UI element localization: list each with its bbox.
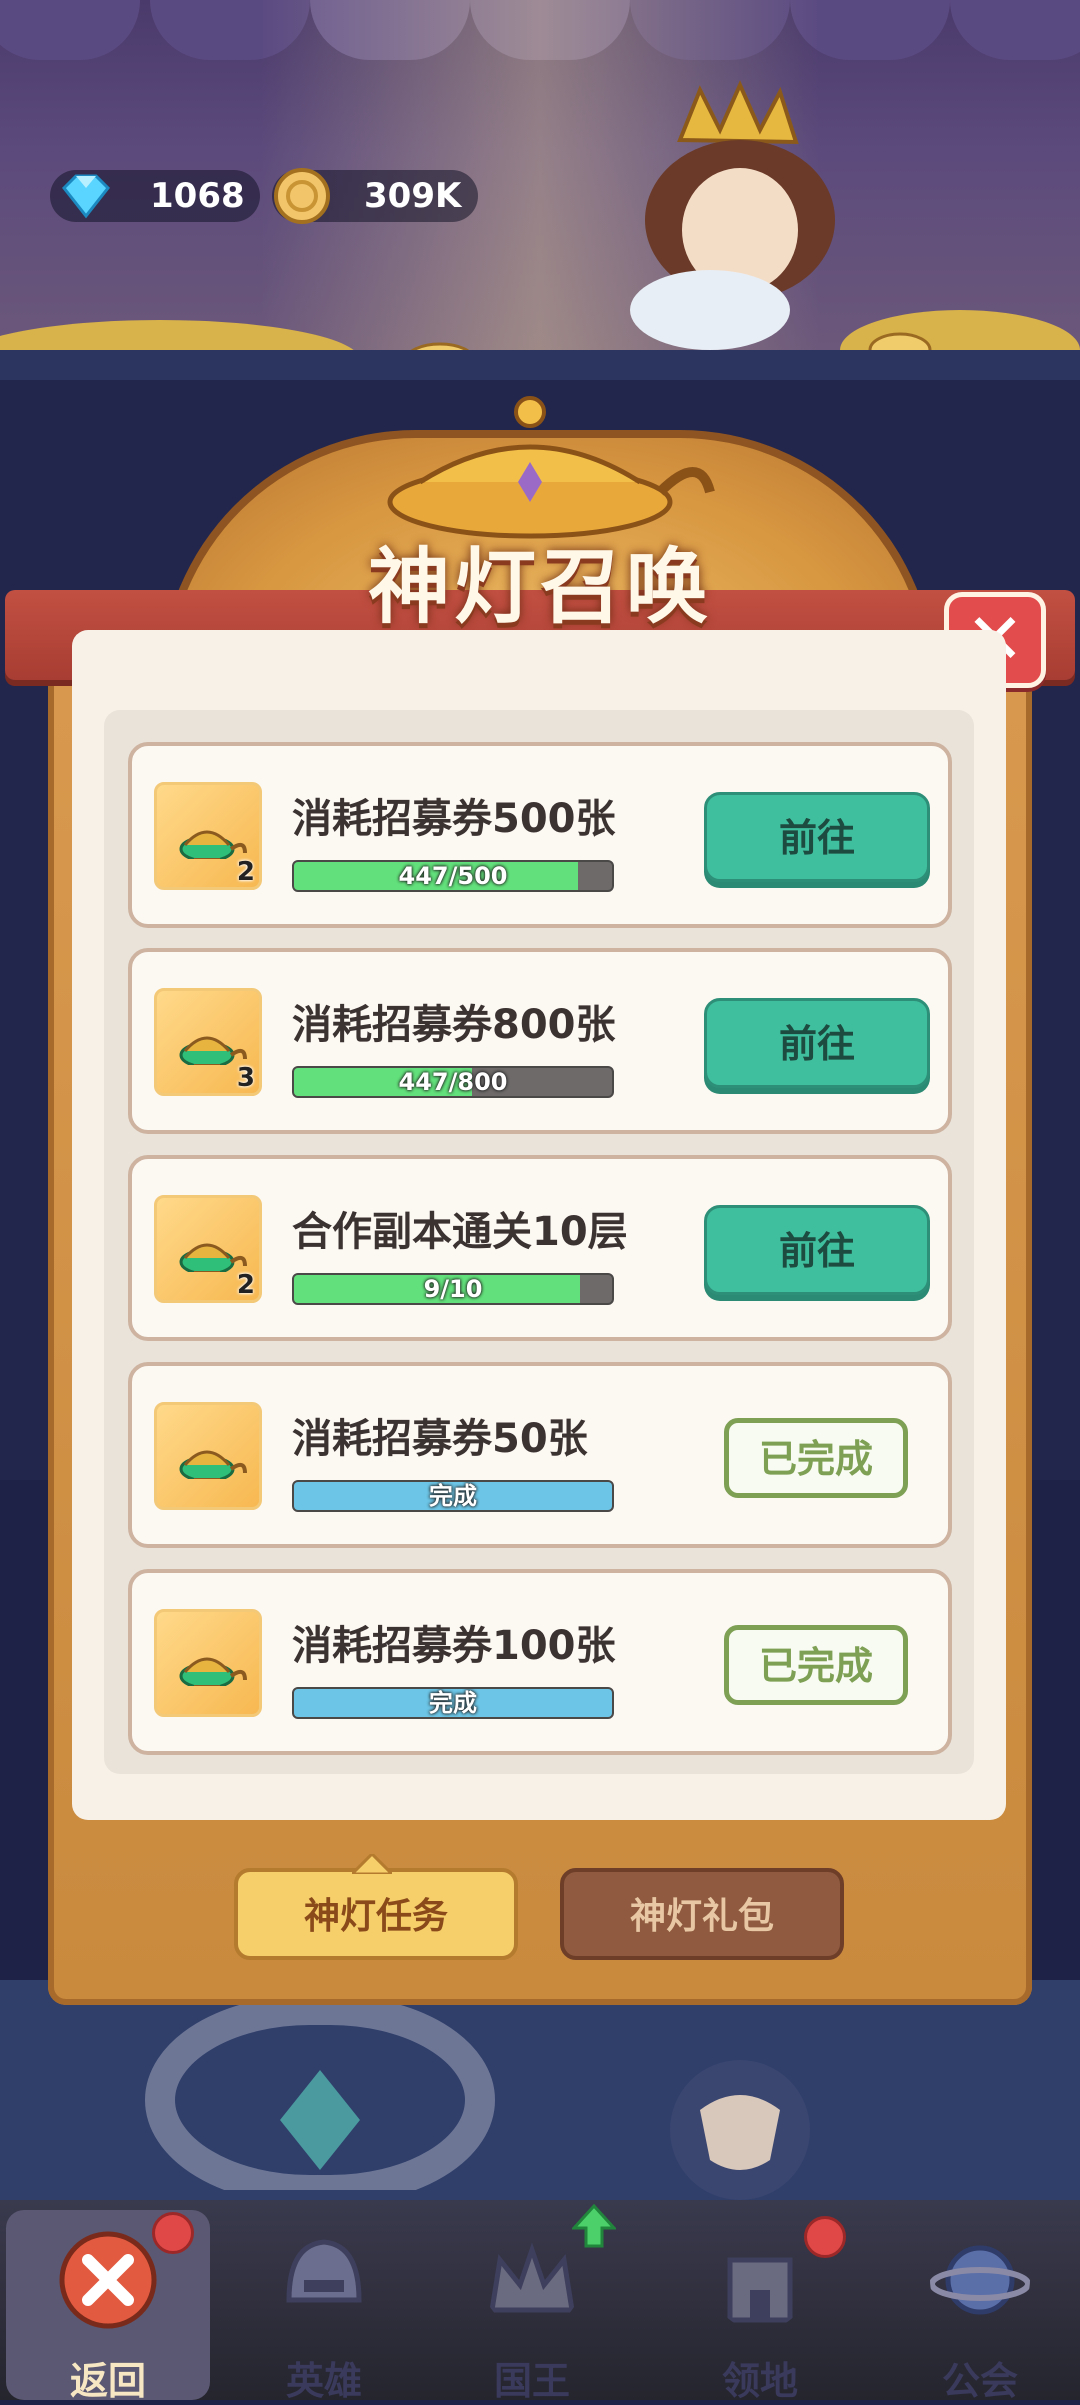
reward-count: 2 xyxy=(236,1270,255,1300)
planet-icon xyxy=(930,2245,1030,2315)
task-name: 消耗招募券800张 xyxy=(292,1002,616,1048)
completed-badge: 已完成 xyxy=(724,1625,908,1705)
close-icon xyxy=(59,2231,157,2329)
reward-count: 2 xyxy=(236,857,255,887)
go-button[interactable]: 前往 xyxy=(704,998,930,1088)
task-row: 消耗招募券50张完成 已完成 xyxy=(128,1362,952,1548)
crown-icon xyxy=(489,2242,575,2313)
bull-skull-icon xyxy=(670,2060,810,2200)
task-progress-bar: 447/500 xyxy=(292,860,614,892)
progress-text: 完成 xyxy=(429,1689,477,1717)
progress-text: 447/500 xyxy=(398,862,508,890)
upgrade-arrow-icon xyxy=(572,2204,616,2248)
task-row: 2 消耗招募券500张 447/500 前往 xyxy=(128,742,952,928)
magic-lamp-icon xyxy=(179,1450,247,1479)
task-reward-icon: 3 xyxy=(154,988,262,1096)
nav-guild[interactable]: 公会 xyxy=(880,2200,1080,2403)
nav-label: 领地 xyxy=(721,2359,798,2403)
nav-label: 返回 xyxy=(69,2359,146,2403)
task-reward-icon: 2 xyxy=(154,782,262,890)
tab-indicator-icon xyxy=(352,1854,392,1874)
task-name: 消耗招募券50张 xyxy=(292,1416,588,1462)
tab-lamp-tasks[interactable]: 神灯任务 xyxy=(234,1868,518,1960)
task-row: 3 消耗招募券800张 447/800 前往 xyxy=(128,948,952,1134)
tab-lamp-gift-pack[interactable]: 神灯礼包 xyxy=(560,1868,844,1960)
progress-text: 9/10 xyxy=(423,1275,483,1303)
notification-badge xyxy=(804,2216,846,2258)
magic-lamp-icon xyxy=(179,1657,247,1686)
panel-title: 神灯召唤 xyxy=(367,540,712,635)
task-progress-bar: 9/10 xyxy=(292,1273,614,1305)
nav-territory[interactable]: 领地 xyxy=(660,2200,860,2403)
go-button[interactable]: 前往 xyxy=(704,1205,930,1295)
task-name: 消耗招募券500张 xyxy=(292,796,616,842)
gold-counter: 309K xyxy=(272,168,478,224)
task-row: 消耗招募券100张完成 已完成 xyxy=(128,1569,952,1755)
helmet-icon xyxy=(286,2239,362,2303)
task-progress-bar: 完成 xyxy=(292,1480,614,1512)
gate-decoration xyxy=(145,1995,495,2190)
notification-badge xyxy=(152,2212,194,2254)
completed-badge: 已完成 xyxy=(724,1418,908,1498)
magic-lamp-icon xyxy=(179,1243,247,1272)
progress-text: 完成 xyxy=(429,1482,477,1510)
diamond-value: 1068 xyxy=(150,176,245,216)
magic-lamp-icon xyxy=(179,830,247,859)
nav-back[interactable]: 返回 xyxy=(8,2200,208,2403)
task-progress-bar: 447/800 xyxy=(292,1066,614,1098)
task-row: 2 合作副本通关10层 9/10 前往 xyxy=(128,1155,952,1341)
task-name: 合作副本通关10层 xyxy=(292,1209,628,1255)
magic-lamp-icon xyxy=(179,1036,247,1065)
diamond-counter: 1068 xyxy=(50,170,260,222)
gold-value: 309K xyxy=(364,176,462,216)
nav-king[interactable]: 国王 xyxy=(432,2200,632,2403)
progress-text: 447/800 xyxy=(398,1068,508,1096)
task-reward-icon xyxy=(154,1402,262,1510)
nav-label: 英雄 xyxy=(285,2359,362,2403)
go-button[interactable]: 前往 xyxy=(704,792,930,882)
nav-label: 公会 xyxy=(941,2359,1018,2403)
nav-heroes[interactable]: 英雄 xyxy=(224,2200,424,2403)
task-reward-icon: 2 xyxy=(154,1195,262,1303)
task-reward-icon xyxy=(154,1609,262,1717)
reward-count: 3 xyxy=(236,1063,255,1093)
task-name: 消耗招募券100张 xyxy=(292,1623,616,1669)
diamond-icon xyxy=(61,174,111,219)
gold-coin-icon xyxy=(274,168,330,224)
task-progress-bar: 完成 xyxy=(292,1687,614,1719)
castle-icon xyxy=(727,2257,793,2323)
nav-label: 国王 xyxy=(493,2359,570,2403)
